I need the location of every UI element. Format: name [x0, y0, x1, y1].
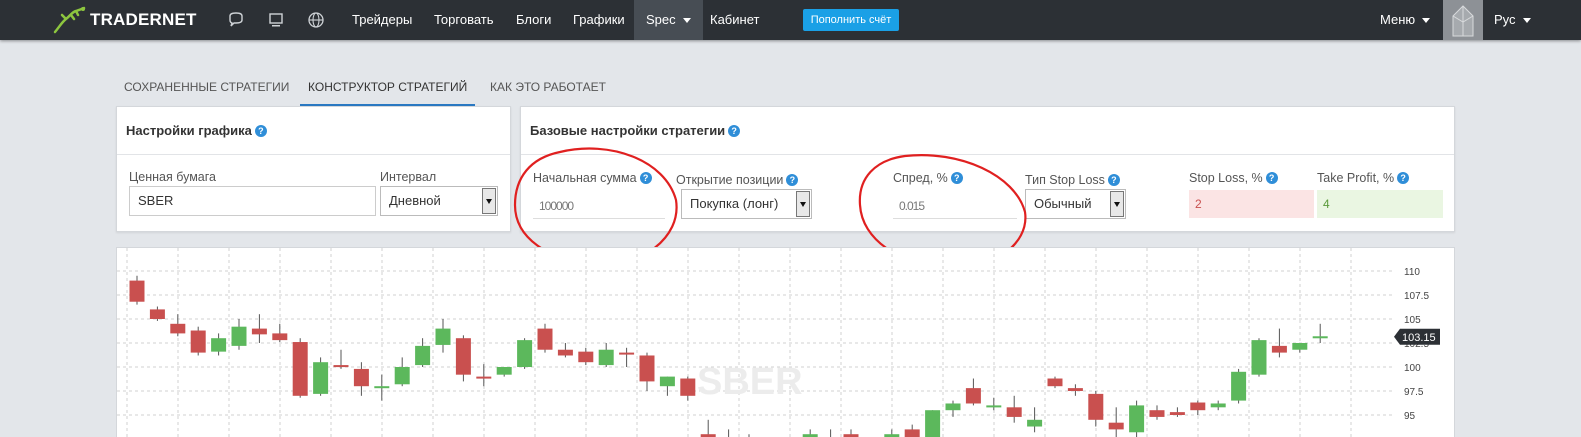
candle-body	[1047, 378, 1063, 387]
candle-body	[415, 345, 431, 366]
candle-body	[557, 349, 573, 356]
candle-body	[231, 326, 247, 346]
candle-body	[149, 309, 165, 319]
candle-body	[1190, 402, 1206, 411]
candle-body	[1210, 403, 1226, 408]
candle-body	[925, 410, 941, 437]
price-chart[interactable]: 110107.5105102.510097.595SBER103.15	[116, 247, 1455, 437]
candle-body	[680, 378, 696, 396]
candle-body	[1251, 340, 1267, 375]
y-tick-label: 97.5	[1404, 387, 1424, 398]
candle-body	[374, 386, 390, 389]
candle-body	[1108, 422, 1124, 430]
candle-body	[986, 405, 1002, 408]
candle-body	[945, 403, 961, 411]
candle-body	[965, 388, 981, 404]
last-price-label: 103.15	[1402, 332, 1436, 344]
candle-body	[1027, 419, 1043, 427]
candle-body	[353, 368, 369, 387]
y-tick-label: 100	[1404, 363, 1421, 374]
candlestick-chart: 110107.5105102.510097.595SBER103.15	[117, 248, 1440, 437]
candle-body	[190, 330, 206, 353]
candle-body	[1088, 393, 1104, 420]
y-tick-label: 110	[1404, 267, 1420, 278]
candle-body	[1312, 336, 1328, 339]
candle-body	[313, 362, 329, 394]
candle-body	[170, 323, 186, 334]
candle-body	[904, 429, 920, 437]
candle-body	[496, 367, 512, 375]
candle-body	[659, 376, 675, 387]
candle-body	[639, 355, 655, 382]
candle-body	[272, 333, 288, 341]
candle-body	[476, 376, 492, 379]
candle-body	[251, 328, 267, 335]
candle-body	[435, 328, 451, 345]
candle-body	[1292, 343, 1308, 350]
candle-body	[1169, 412, 1185, 415]
candle-body	[1067, 388, 1083, 391]
candle-body	[537, 328, 553, 350]
candle-body	[1231, 371, 1247, 401]
candle-body	[292, 342, 308, 396]
candle-body	[578, 351, 594, 363]
candle-body	[1129, 405, 1145, 433]
candle-body	[129, 280, 145, 302]
candle-body	[455, 338, 471, 375]
y-tick-label: 107.5	[1404, 291, 1429, 302]
candle-body	[211, 338, 227, 352]
candle-body	[598, 349, 614, 366]
candle-body	[333, 365, 349, 368]
chart-watermark: SBER	[697, 361, 803, 403]
y-tick-label: 105	[1404, 315, 1421, 326]
y-tick-label: 95	[1404, 411, 1416, 422]
candle-body	[619, 352, 635, 355]
candle-body	[1271, 345, 1287, 353]
candle-body	[1149, 410, 1165, 417]
candle-body	[517, 340, 533, 367]
candle-body	[1006, 407, 1022, 417]
candle-body	[394, 367, 410, 385]
